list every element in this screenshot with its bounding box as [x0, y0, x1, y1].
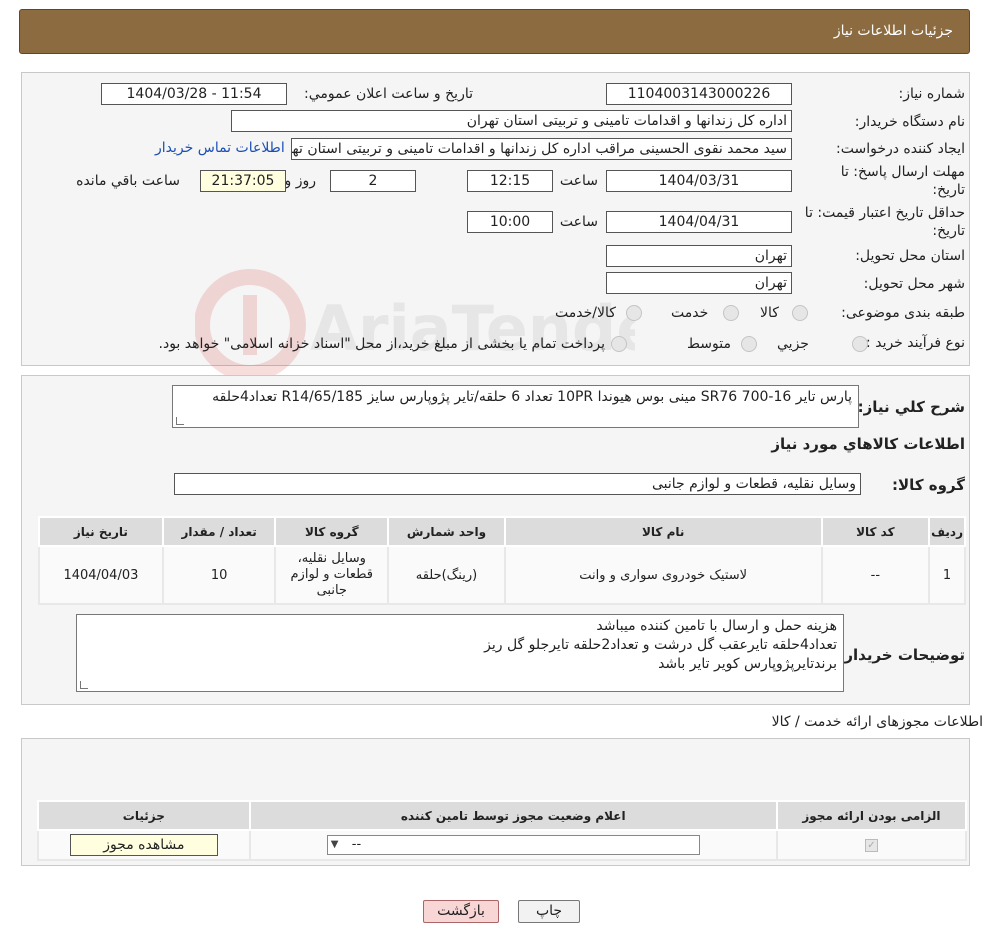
- resize-handle-icon[interactable]: [80, 681, 88, 689]
- resize-handle-icon[interactable]: [176, 417, 184, 425]
- days-field: 2: [330, 170, 416, 192]
- validity-label-2: تاریخ:: [932, 223, 965, 239]
- province-field: تهران: [606, 245, 792, 267]
- goods-group-field: وسایل نقلیه، قطعات و لوازم جانبی: [174, 473, 861, 495]
- city-label: شهر محل تحویل:: [863, 276, 965, 292]
- cell-qty: 10: [161, 545, 277, 605]
- cell-row: 1: [928, 545, 966, 605]
- deadline-label-2: تاریخ:: [932, 182, 965, 198]
- process-label: نوع فرآیند خرید :: [866, 335, 965, 351]
- category-radio-service[interactable]: [723, 305, 739, 321]
- city-field: تهران: [606, 272, 792, 294]
- buyer-notes-textarea[interactable]: هزینه حمل و ارسال با تامین کننده میباشد …: [76, 614, 844, 692]
- goods-info-title: اطلاعات کالاهاي مورد نیاز: [771, 435, 965, 453]
- license-col-details: جزئیات: [37, 800, 251, 831]
- deadline-date-field: 1404/03/31: [606, 170, 792, 192]
- process-note: پرداخت تمام یا بخشی از مبلغ خرید،از محل …: [158, 336, 605, 352]
- license-required-checkbox[interactable]: ✓: [864, 838, 878, 852]
- category-option-service: خدمت: [671, 305, 709, 321]
- col-row-header: رديف: [928, 516, 966, 547]
- col-name-header: نام کالا: [503, 516, 823, 547]
- need-number-field: 1104003143000226: [606, 83, 792, 105]
- page-header: جزئیات اطلاعات نیاز: [19, 9, 970, 54]
- license-col-status: اعلام وضعیت مجوز توسط تامین کننده: [248, 800, 778, 831]
- cell-code: --: [820, 545, 931, 605]
- buyer-note-line: تعداد4حلقه تایرعقب گل درشت و تعداد2حلقه …: [484, 637, 837, 653]
- goods-table: رديف کد کالا نام کالا واحد شمارش گروه کا…: [38, 516, 966, 605]
- cell-date: 1404/04/03: [38, 545, 164, 605]
- category-option-goods-service: کالا/خدمت: [555, 305, 616, 321]
- print-button[interactable]: چاپ: [518, 900, 580, 923]
- chevron-down-icon: ▼: [330, 839, 339, 850]
- validity-label: حداقل تاریخ اعتبار قیمت: تا: [804, 205, 965, 221]
- validity-time-label: ساعت: [559, 214, 598, 230]
- deadline-label: مهلت ارسال پاسخ: تا: [840, 164, 965, 180]
- license-col-required: الزامی بودن ارائه مجوز: [775, 800, 968, 831]
- col-qty-header: تعداد / مقدار: [161, 516, 277, 547]
- process-checkbox-treasury[interactable]: [611, 336, 627, 352]
- back-button[interactable]: بازگشت: [423, 900, 499, 923]
- days-label: روز و: [284, 173, 317, 189]
- validity-time-field: 10:00: [467, 211, 553, 233]
- cell-unit: (رینگ)حلقه: [387, 545, 506, 605]
- cell-group: وسایل نقلیه، قطعات و لوازم جانبی: [274, 545, 390, 605]
- category-label: طبقه بندی موضوعی:: [841, 305, 965, 321]
- description-text: پارس تایر 16-700 SR76 مینی بوس هیوندا 10…: [212, 389, 852, 405]
- page-title: جزئیات اطلاعات نیاز: [833, 23, 953, 39]
- buyer-notes-label: توضیحات خریدار:: [838, 646, 965, 664]
- col-date-header: تاریخ نیاز: [38, 516, 164, 547]
- category-radio-goods[interactable]: [792, 305, 808, 321]
- license-title: اطلاعات مجوزهای ارائه خدمت / کالا: [771, 714, 983, 730]
- table-row: 1 -- لاستیک خودروی سواری و وانت (رینگ)حل…: [38, 545, 966, 605]
- goods-table-header: رديف کد کالا نام کالا واحد شمارش گروه کا…: [38, 516, 966, 547]
- creator-label: ایجاد کننده درخواست:: [836, 141, 965, 157]
- validity-date-field: 1404/04/31: [606, 211, 792, 233]
- table-row: ✓ -- ▼ مشاهده مجوز: [37, 829, 968, 861]
- process-radio-minor[interactable]: [852, 336, 868, 352]
- license-status-select[interactable]: -- ▼: [326, 835, 700, 855]
- goods-group-label: گروه کالا:: [892, 476, 965, 494]
- category-radio-goods-service[interactable]: [626, 305, 642, 321]
- col-code-header: کد کالا: [820, 516, 931, 547]
- announce-label: تاریخ و ساعت اعلان عمومي:: [304, 86, 473, 102]
- license-status-value: --: [351, 837, 362, 852]
- license-table-header: الزامی بودن ارائه مجوز اعلام وضعیت مجوز …: [37, 800, 968, 831]
- process-radio-medium[interactable]: [741, 336, 757, 352]
- province-label: استان محل تحویل:: [855, 248, 965, 264]
- category-option-goods: کالا: [760, 305, 779, 321]
- process-option-minor: جزيي: [777, 336, 809, 352]
- description-label: شرح کلي نیاز:: [857, 398, 965, 416]
- col-unit-header: واحد شمارش: [387, 516, 506, 547]
- buyer-note-line: برندتایرپژوپارس کویر تایر باشد: [658, 656, 837, 672]
- buyer-org-field: اداره کل زندانها و اقدامات تامینی و تربی…: [231, 110, 792, 132]
- buyer-note-line: هزینه حمل و ارسال با تامین کننده میباشد: [596, 618, 837, 634]
- buyer-org-label: نام دستگاه خریدار:: [854, 114, 965, 130]
- license-table: الزامی بودن ارائه مجوز اعلام وضعیت مجوز …: [37, 800, 968, 861]
- need-number-label: شماره نیاز:: [898, 86, 966, 102]
- remaining-time-label: ساعت باقي مانده: [76, 173, 180, 189]
- remaining-time-field: 21:37:05: [200, 170, 286, 192]
- process-option-medium: متوسط: [687, 336, 731, 352]
- cell-name: لاستیک خودروی سواری و وانت: [503, 545, 823, 605]
- creator-field: سید محمد نقوی الحسینی مراقب اداره کل زند…: [291, 138, 792, 160]
- description-textarea[interactable]: پارس تایر 16-700 SR76 مینی بوس هیوندا 10…: [172, 385, 859, 428]
- deadline-time-field: 12:15: [467, 170, 553, 192]
- announce-field: 1404/03/28 - 11:54: [101, 83, 287, 105]
- col-group-header: گروه کالا: [274, 516, 390, 547]
- deadline-time-label: ساعت: [559, 173, 598, 189]
- buyer-contact-link[interactable]: اطلاعات تماس خریدار: [155, 140, 285, 156]
- view-license-button[interactable]: مشاهده مجوز: [69, 834, 218, 856]
